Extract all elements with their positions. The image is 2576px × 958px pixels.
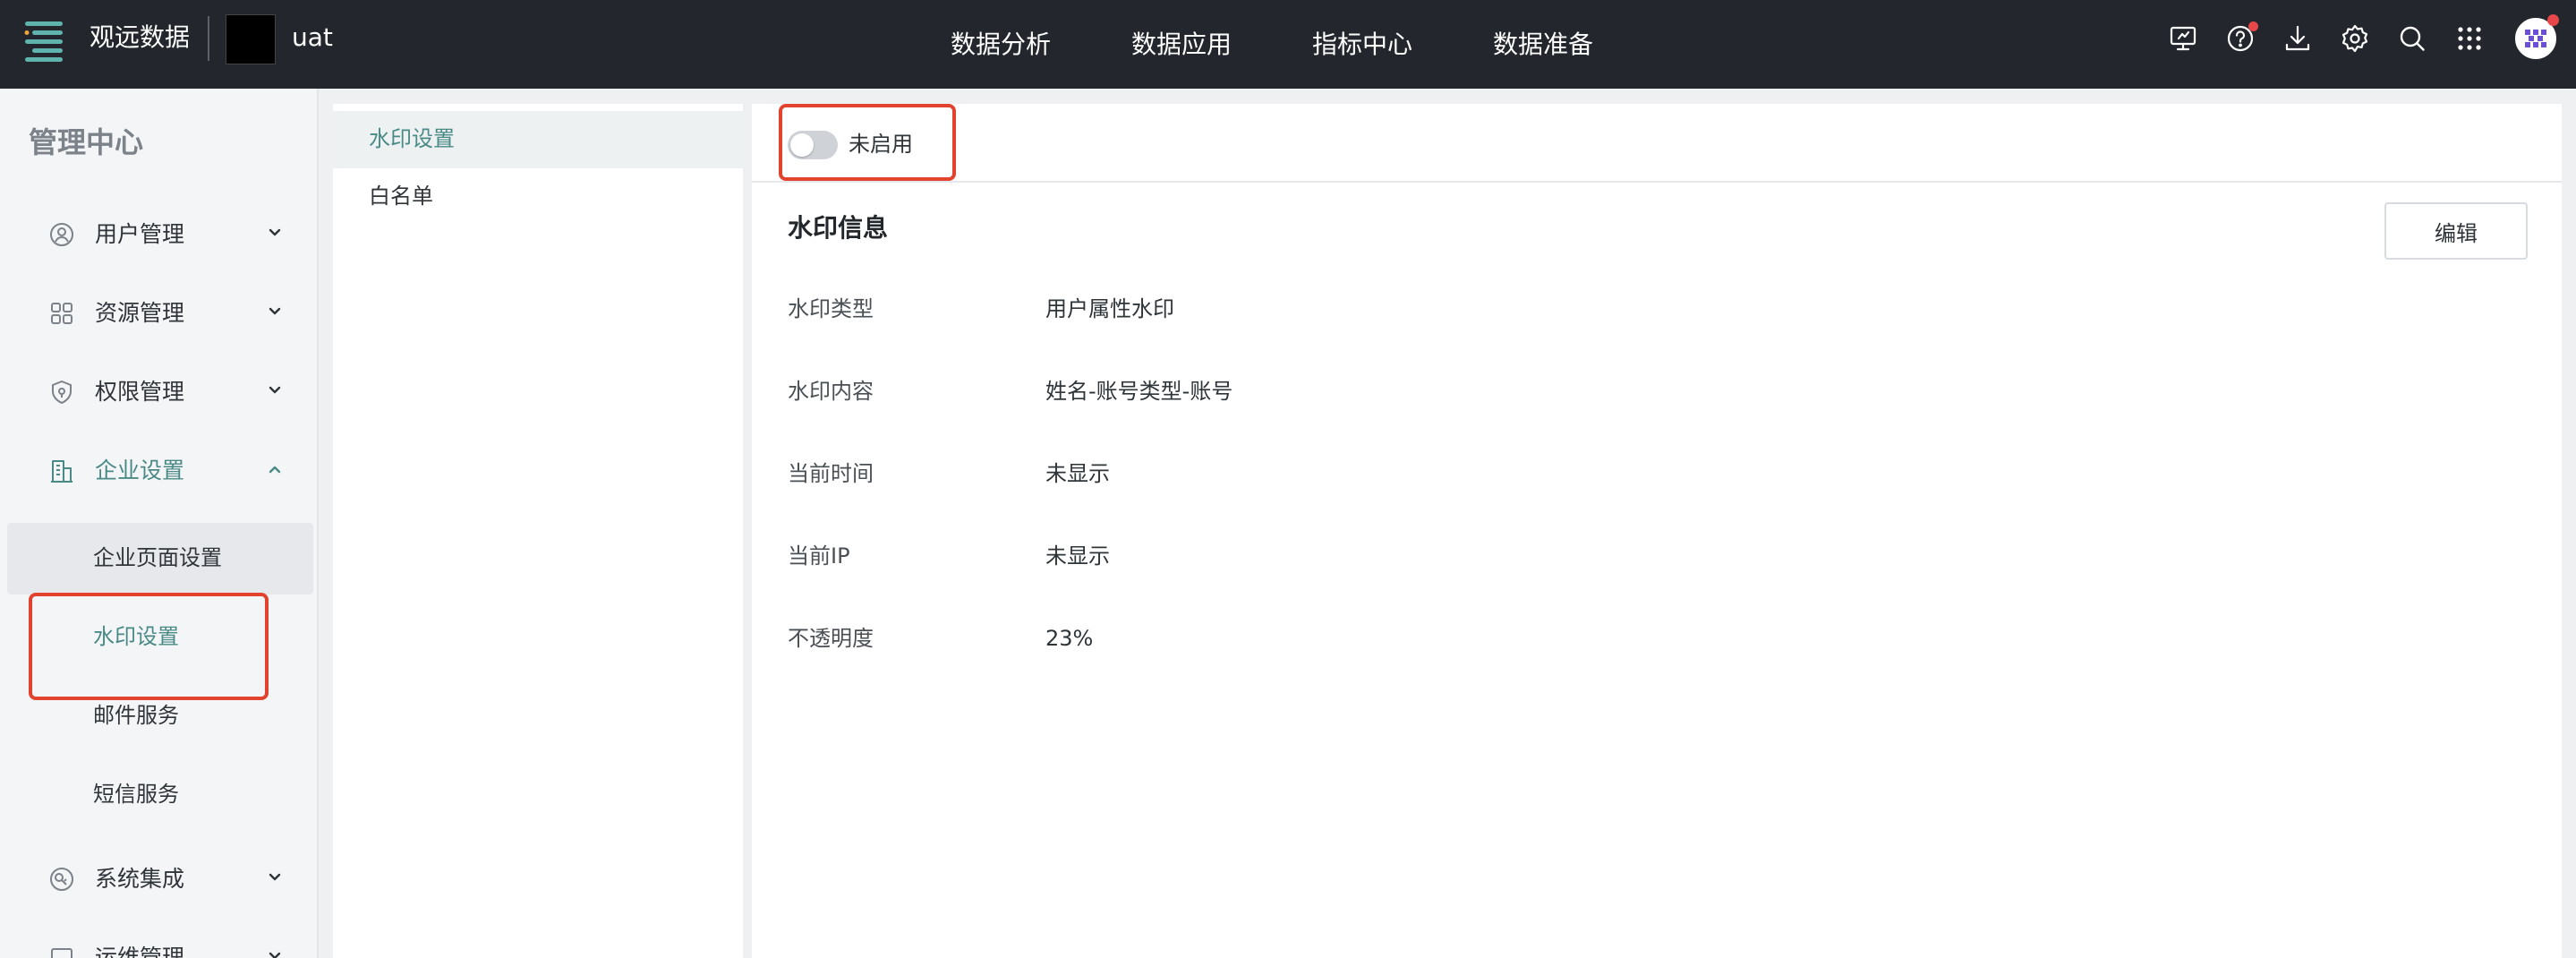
sidebar-item-label: 资源管理 bbox=[95, 300, 185, 326]
shield-icon bbox=[48, 379, 75, 406]
notification-dot bbox=[2248, 21, 2258, 31]
project-name[interactable]: uat bbox=[292, 21, 333, 54]
content-header: 未启用 bbox=[752, 104, 2562, 183]
sidebar-item-user-management[interactable]: 用户管理 bbox=[0, 209, 319, 262]
apps-grid-icon[interactable] bbox=[2454, 23, 2485, 54]
sidebar-item-enterprise-settings[interactable]: 企业设置 bbox=[0, 445, 319, 499]
resource-icon bbox=[48, 300, 75, 327]
sidebar-item-permission-management[interactable]: 权限管理 bbox=[0, 366, 319, 420]
hamburger-menu-icon[interactable] bbox=[20, 14, 68, 63]
sidebar-subitem-watermark[interactable]: 水印设置 bbox=[7, 602, 313, 673]
toggle-knob bbox=[790, 133, 814, 157]
subnav-whitelist[interactable]: 白名单 bbox=[333, 168, 743, 226]
sidebar-item-resource-management[interactable]: 资源管理 bbox=[0, 287, 319, 341]
info-value: 姓名-账号类型-账号 bbox=[1045, 379, 1233, 404]
section-title: 水印信息 bbox=[788, 213, 889, 243]
nav-metrics-center[interactable]: 指标中心 bbox=[1312, 29, 1412, 61]
info-value: 未显示 bbox=[1045, 543, 1110, 569]
info-value: 23% bbox=[1045, 626, 1094, 651]
chevron-down-icon bbox=[265, 223, 285, 243]
nav-data-prep[interactable]: 数据准备 bbox=[1493, 29, 1593, 61]
info-label: 水印内容 bbox=[788, 379, 874, 404]
subnav-watermark-settings[interactable]: 水印设置 bbox=[333, 111, 743, 168]
edit-button[interactable]: 编辑 bbox=[2384, 202, 2528, 260]
avatar-notification-dot bbox=[2547, 14, 2559, 26]
info-row-watermark-content: 水印内容 姓名-账号类型-账号 bbox=[788, 376, 2488, 412]
sidebar-subitem-label: 企业页面设置 bbox=[93, 545, 222, 570]
chevron-down-icon bbox=[265, 946, 285, 958]
divider bbox=[208, 16, 209, 61]
info-value: 用户属性水印 bbox=[1045, 296, 1174, 321]
info-label: 当前时间 bbox=[788, 461, 874, 486]
info-row-opacity: 不透明度 23% bbox=[788, 623, 2488, 659]
info-label: 不透明度 bbox=[788, 626, 874, 651]
toggle-status-label: 未启用 bbox=[849, 132, 913, 157]
chevron-down-icon bbox=[265, 868, 285, 887]
nav-data-apps[interactable]: 数据应用 bbox=[1131, 29, 1232, 61]
top-bar: 观远数据 uat 数据分析 数据应用 指标中心 数据准备 bbox=[0, 0, 2576, 89]
sidebar-subitem-mail-service[interactable]: 邮件服务 bbox=[7, 680, 313, 752]
info-row-watermark-type: 水印类型 用户属性水印 bbox=[788, 294, 2488, 329]
sidebar-item-label: 运维管理 bbox=[95, 945, 185, 958]
monitor-icon[interactable] bbox=[2168, 23, 2198, 54]
sidebar-item-label: 系统集成 bbox=[95, 866, 185, 892]
watermark-enable-toggle[interactable] bbox=[788, 131, 838, 159]
integration-icon bbox=[48, 866, 75, 893]
sidebar: 管理中心 用户管理 资源管理 权限管理 企业设置 企业页面设置 水印设置 邮件服… bbox=[0, 89, 319, 958]
chevron-up-icon bbox=[265, 459, 285, 479]
chevron-down-icon bbox=[265, 381, 285, 400]
ops-icon bbox=[48, 945, 75, 958]
sub-nav-panel: 水印设置 白名单 bbox=[333, 104, 743, 958]
sidebar-item-ops-management[interactable]: 运维管理 bbox=[0, 932, 319, 958]
sidebar-subitem-label: 短信服务 bbox=[93, 782, 179, 807]
subnav-label: 白名单 bbox=[369, 184, 433, 209]
help-icon[interactable] bbox=[2225, 21, 2258, 54]
info-row-current-time: 当前时间 未显示 bbox=[788, 458, 2488, 494]
watermark-content-panel: 未启用 水印信息 编辑 水印类型 用户属性水印 水印内容 姓名-账号类型-账号 … bbox=[752, 104, 2562, 958]
sidebar-item-label: 用户管理 bbox=[95, 221, 185, 247]
sidebar-subitem-enterprise-page[interactable]: 企业页面设置 bbox=[7, 523, 313, 594]
info-row-current-ip: 当前IP 未显示 bbox=[788, 541, 2488, 577]
info-label: 当前IP bbox=[788, 543, 850, 569]
sidebar-subitem-sms-service[interactable]: 短信服务 bbox=[7, 759, 313, 831]
sidebar-item-label: 权限管理 bbox=[95, 379, 185, 405]
sidebar-item-label: 企业设置 bbox=[95, 458, 185, 483]
download-icon[interactable] bbox=[2282, 23, 2313, 54]
user-icon bbox=[48, 221, 75, 248]
nav-data-analysis[interactable]: 数据分析 bbox=[951, 29, 1051, 61]
brand-name[interactable]: 观远数据 bbox=[90, 21, 190, 54]
info-label: 水印类型 bbox=[788, 296, 874, 321]
sidebar-subitem-label: 邮件服务 bbox=[93, 703, 179, 728]
sidebar-subitem-label: 水印设置 bbox=[93, 624, 179, 649]
building-icon bbox=[48, 458, 75, 484]
info-value: 未显示 bbox=[1045, 461, 1110, 486]
main-nav: 数据分析 数据应用 指标中心 数据准备 bbox=[951, 0, 1674, 89]
search-icon[interactable] bbox=[2397, 23, 2427, 54]
sidebar-title: 管理中心 bbox=[29, 125, 144, 159]
sidebar-item-system-integration[interactable]: 系统集成 bbox=[0, 853, 319, 907]
project-logo[interactable] bbox=[226, 14, 276, 64]
chevron-down-icon bbox=[265, 302, 285, 321]
settings-icon[interactable] bbox=[2340, 23, 2370, 54]
subnav-label: 水印设置 bbox=[369, 126, 455, 151]
